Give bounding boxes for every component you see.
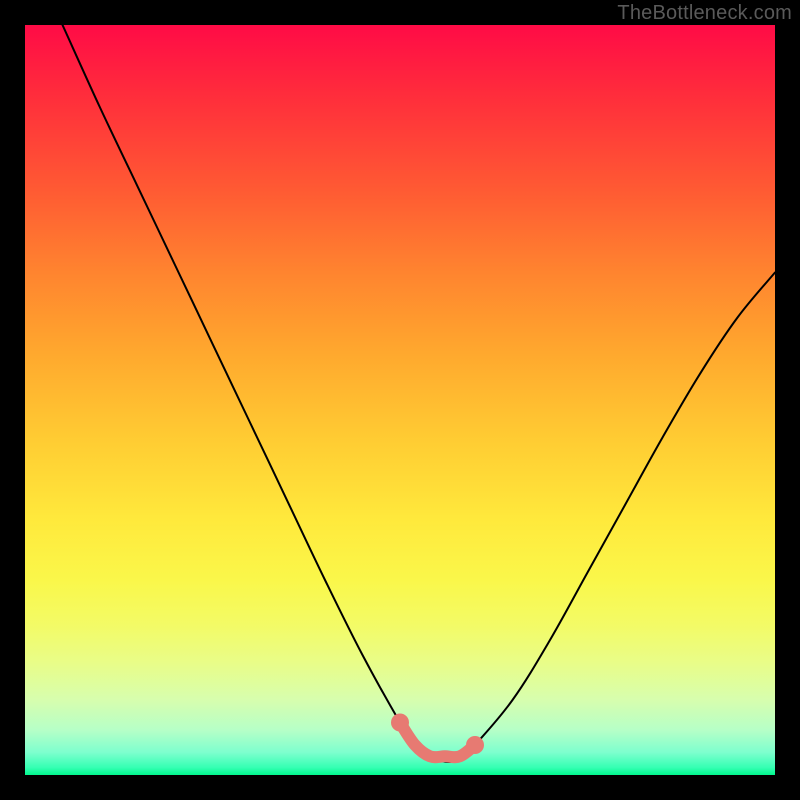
optimal-zone-start-dot [391,714,409,732]
optimal-zone-end-dot [466,736,484,754]
watermark-text: TheBottleneck.com [617,2,792,25]
chart-svg [25,25,775,775]
chart-plot-area [25,25,775,775]
optimal-zone-path [400,723,475,758]
chart-frame: TheBottleneck.com [0,0,800,800]
bottleneck-curve-path [63,25,776,762]
